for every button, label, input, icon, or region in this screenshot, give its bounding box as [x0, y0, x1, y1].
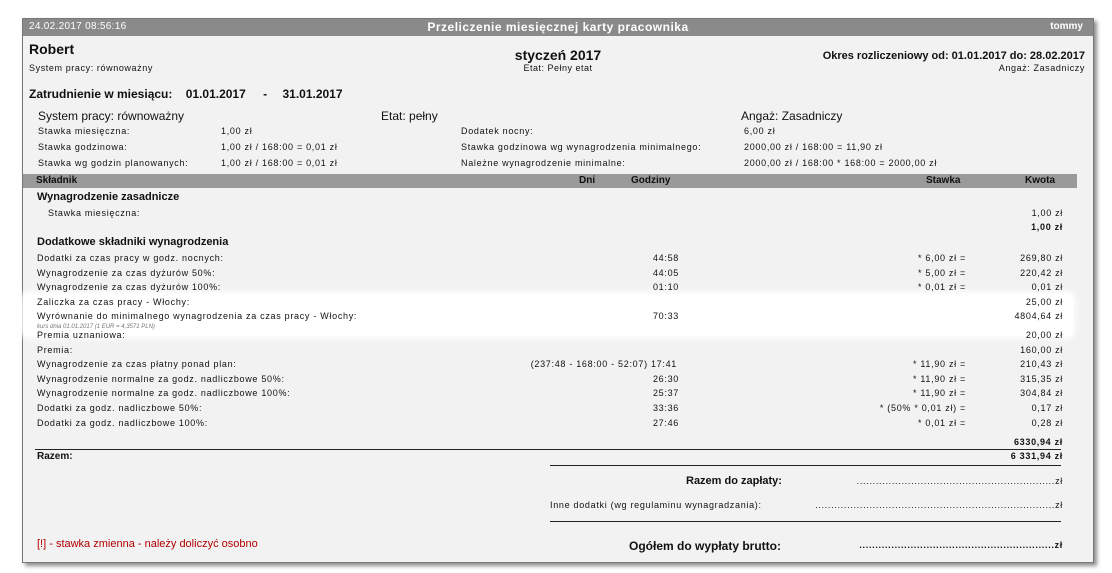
param-label: Dodatek nocny: — [461, 126, 534, 136]
ogolem-value: ........................................… — [859, 540, 1063, 550]
warning-note: [!] - stawka zmienna - należy doliczyć o… — [37, 538, 258, 550]
row-amount: 160,00 zł — [1020, 344, 1063, 355]
do-zaplaty-value: ........................................… — [856, 476, 1063, 486]
row-amount: 20,00 zł — [1025, 330, 1063, 340]
param-value: 6,00 zł — [744, 126, 776, 136]
employment-dash: - — [263, 87, 268, 101]
row-rate: * 5,00 zł = — [918, 267, 966, 278]
row-rate: * (50% * 0,01 zł) = — [879, 403, 966, 413]
row-label: Wynagrodzenie za czas dyżurów 100%: — [37, 282, 221, 293]
employee-angaz: Angaż: Zasadniczy — [998, 63, 1085, 73]
param-label: Stawka godzinowa: — [38, 142, 128, 152]
col-hours: Godziny — [631, 175, 671, 186]
param-value: 1,00 zł / 168:00 = 0,01 zł — [221, 142, 338, 152]
razem-label: Razem: — [37, 451, 73, 462]
employee-etat: Etat: Pełny etat — [523, 63, 593, 73]
basic-item-amount: 1,00 zł — [1031, 208, 1063, 218]
table-header: Składnik Dni Godziny Stawka Kwota — [23, 174, 1077, 188]
inne-dodatki-value: ........................................… — [815, 500, 1063, 510]
param-label: Stawka godzinowa wg wynagrodzenia minima… — [461, 142, 702, 152]
row-label: Zaliczka za czas pracy - Włochy: — [37, 296, 190, 307]
basic-item-label: Stawka miesięczna: — [48, 208, 141, 218]
row-label: Wynagrodzenie normalne za godz. nadliczb… — [37, 373, 285, 384]
row-rate: * 0,01 zł = — [918, 282, 966, 293]
settlement-period: Okres rozliczeniowy od: 01.01.2017 do: 2… — [822, 50, 1085, 62]
ogolem-label: Ogółem do wypłaty brutto: — [629, 539, 781, 553]
basic-salary-title: Wynagrodzenie zasadnicze — [37, 191, 180, 203]
row-amount: 315,35 zł — [1020, 373, 1063, 384]
payroll-sheet: 24.02.2017 08:56:16 Przeliczenie miesięc… — [22, 18, 1094, 563]
title-bar: 24.02.2017 08:56:16 Przeliczenie miesięc… — [23, 19, 1093, 36]
row-hours: 27:46 — [652, 417, 679, 428]
employee-system: System pracy: równoważny — [29, 63, 153, 73]
row-hours: 01:10 — [652, 282, 679, 293]
employment-range: Zatrudnienie w miesiącu: 01.01.2017 - 31… — [29, 87, 353, 101]
row-rate: * 6,00 zł = — [918, 253, 966, 263]
row-rate: * 11,90 zł = — [912, 388, 966, 399]
basic-total: 1,00 zł — [1031, 222, 1063, 232]
employment-to: 31.01.2017 — [282, 87, 343, 101]
col-days: Dni — [579, 175, 596, 186]
row-rate: * 11,90 zł = — [912, 359, 966, 370]
inne-dodatki-label: Inne dodatki (wg regulaminu wynagradzani… — [550, 500, 762, 510]
row-amount: 0,01 zł — [1031, 282, 1063, 293]
param-value: 2000,00 zł / 168:00 = 11,90 zł — [744, 142, 883, 152]
row-label: Wyrównanie do minimalnego wynagrodzenia … — [37, 311, 358, 322]
employment-label: Zatrudnienie w miesiącu: — [29, 87, 173, 101]
row-label: Dodatki za godz. nadliczbowe 100%: — [37, 417, 208, 428]
row-rate: * 11,90 zł = — [912, 373, 966, 384]
divider — [550, 465, 1061, 466]
row-rate: * 0,01 zł = — [918, 417, 966, 428]
exchange-rate-note: kurs dnia 01.01.2017 (1 EUR = 4,3571 PLN… — [37, 324, 155, 330]
row-label: Wynagrodzenie za czas dyżurów 50%: — [37, 267, 216, 278]
row-amount: 304,84 zł — [1020, 388, 1063, 399]
divider — [35, 449, 1061, 450]
row-amount: 4804,64 zł — [1014, 311, 1063, 322]
param-label: Należne wynagrodzenie minimalne: — [461, 158, 626, 168]
user-name: tommy — [1050, 21, 1083, 32]
param-etat: Etat: pełny — [381, 109, 438, 123]
param-angaz: Angaż: Zasadniczy — [741, 109, 843, 123]
row-label: Premia uznaniowa: — [37, 330, 126, 340]
row-label: Wynagrodzenie za czas płatny ponad plan: — [37, 359, 237, 370]
param-value: 1,00 zł / 168:00 = 0,01 zł — [221, 158, 338, 168]
row-amount: 0,28 zł — [1031, 417, 1063, 428]
do-zaplaty-label: Razem do zapłaty: — [686, 475, 782, 487]
row-amount: 25,00 zł — [1025, 296, 1063, 307]
row-amount: 269,80 zł — [1020, 253, 1063, 263]
row-hours: 44:05 — [652, 267, 679, 278]
param-value: 2000,00 zł / 168:00 * 168:00 = 2000,00 z… — [744, 158, 938, 168]
row-amount: 0,17 zł — [1031, 403, 1063, 413]
row-amount: 220,42 zł — [1020, 267, 1063, 278]
param-label: Stawka wg godzin planowanych: — [38, 158, 189, 168]
row-hours: (237:48 - 168:00 - 52:07) 17:41 — [530, 359, 677, 370]
param-label: Stawka miesięczna: — [38, 126, 131, 136]
row-label: Dodatki za czas pracy w godz. nocnych: — [37, 253, 224, 263]
employee-name: Robert — [29, 41, 75, 57]
row-hours: 25:37 — [652, 388, 679, 399]
row-hours: 33:36 — [652, 403, 679, 413]
razem-value: 6 331,94 zł — [1010, 451, 1063, 461]
employment-from: 01.01.2017 — [185, 87, 246, 101]
row-hours: 26:30 — [652, 373, 679, 384]
window-title: Przeliczenie miesięcznej karty pracownik… — [427, 20, 689, 34]
row-label: Dodatki za godz. nadliczbowe 50%: — [37, 403, 203, 413]
row-label: Premia: — [37, 344, 73, 355]
param-system: System pracy: równoważny — [38, 109, 185, 123]
row-label: Wynagrodzenie normalne za godz. nadliczb… — [37, 388, 291, 399]
divider — [550, 521, 1061, 522]
col-rate: Stawka — [926, 175, 961, 186]
extra-total: 6330,94 zł — [1013, 437, 1063, 447]
col-amount: Kwota — [1025, 175, 1055, 186]
param-value: 1,00 zł — [221, 126, 253, 136]
extra-components-title: Dodatkowe składniki wynagrodzenia — [37, 236, 229, 248]
row-hours: 70:33 — [652, 311, 679, 322]
row-amount: 210,43 zł — [1020, 359, 1063, 370]
report-month: styczeń 2017 — [514, 47, 602, 63]
col-component: Składnik — [36, 175, 78, 186]
row-hours: 44:58 — [652, 253, 679, 263]
